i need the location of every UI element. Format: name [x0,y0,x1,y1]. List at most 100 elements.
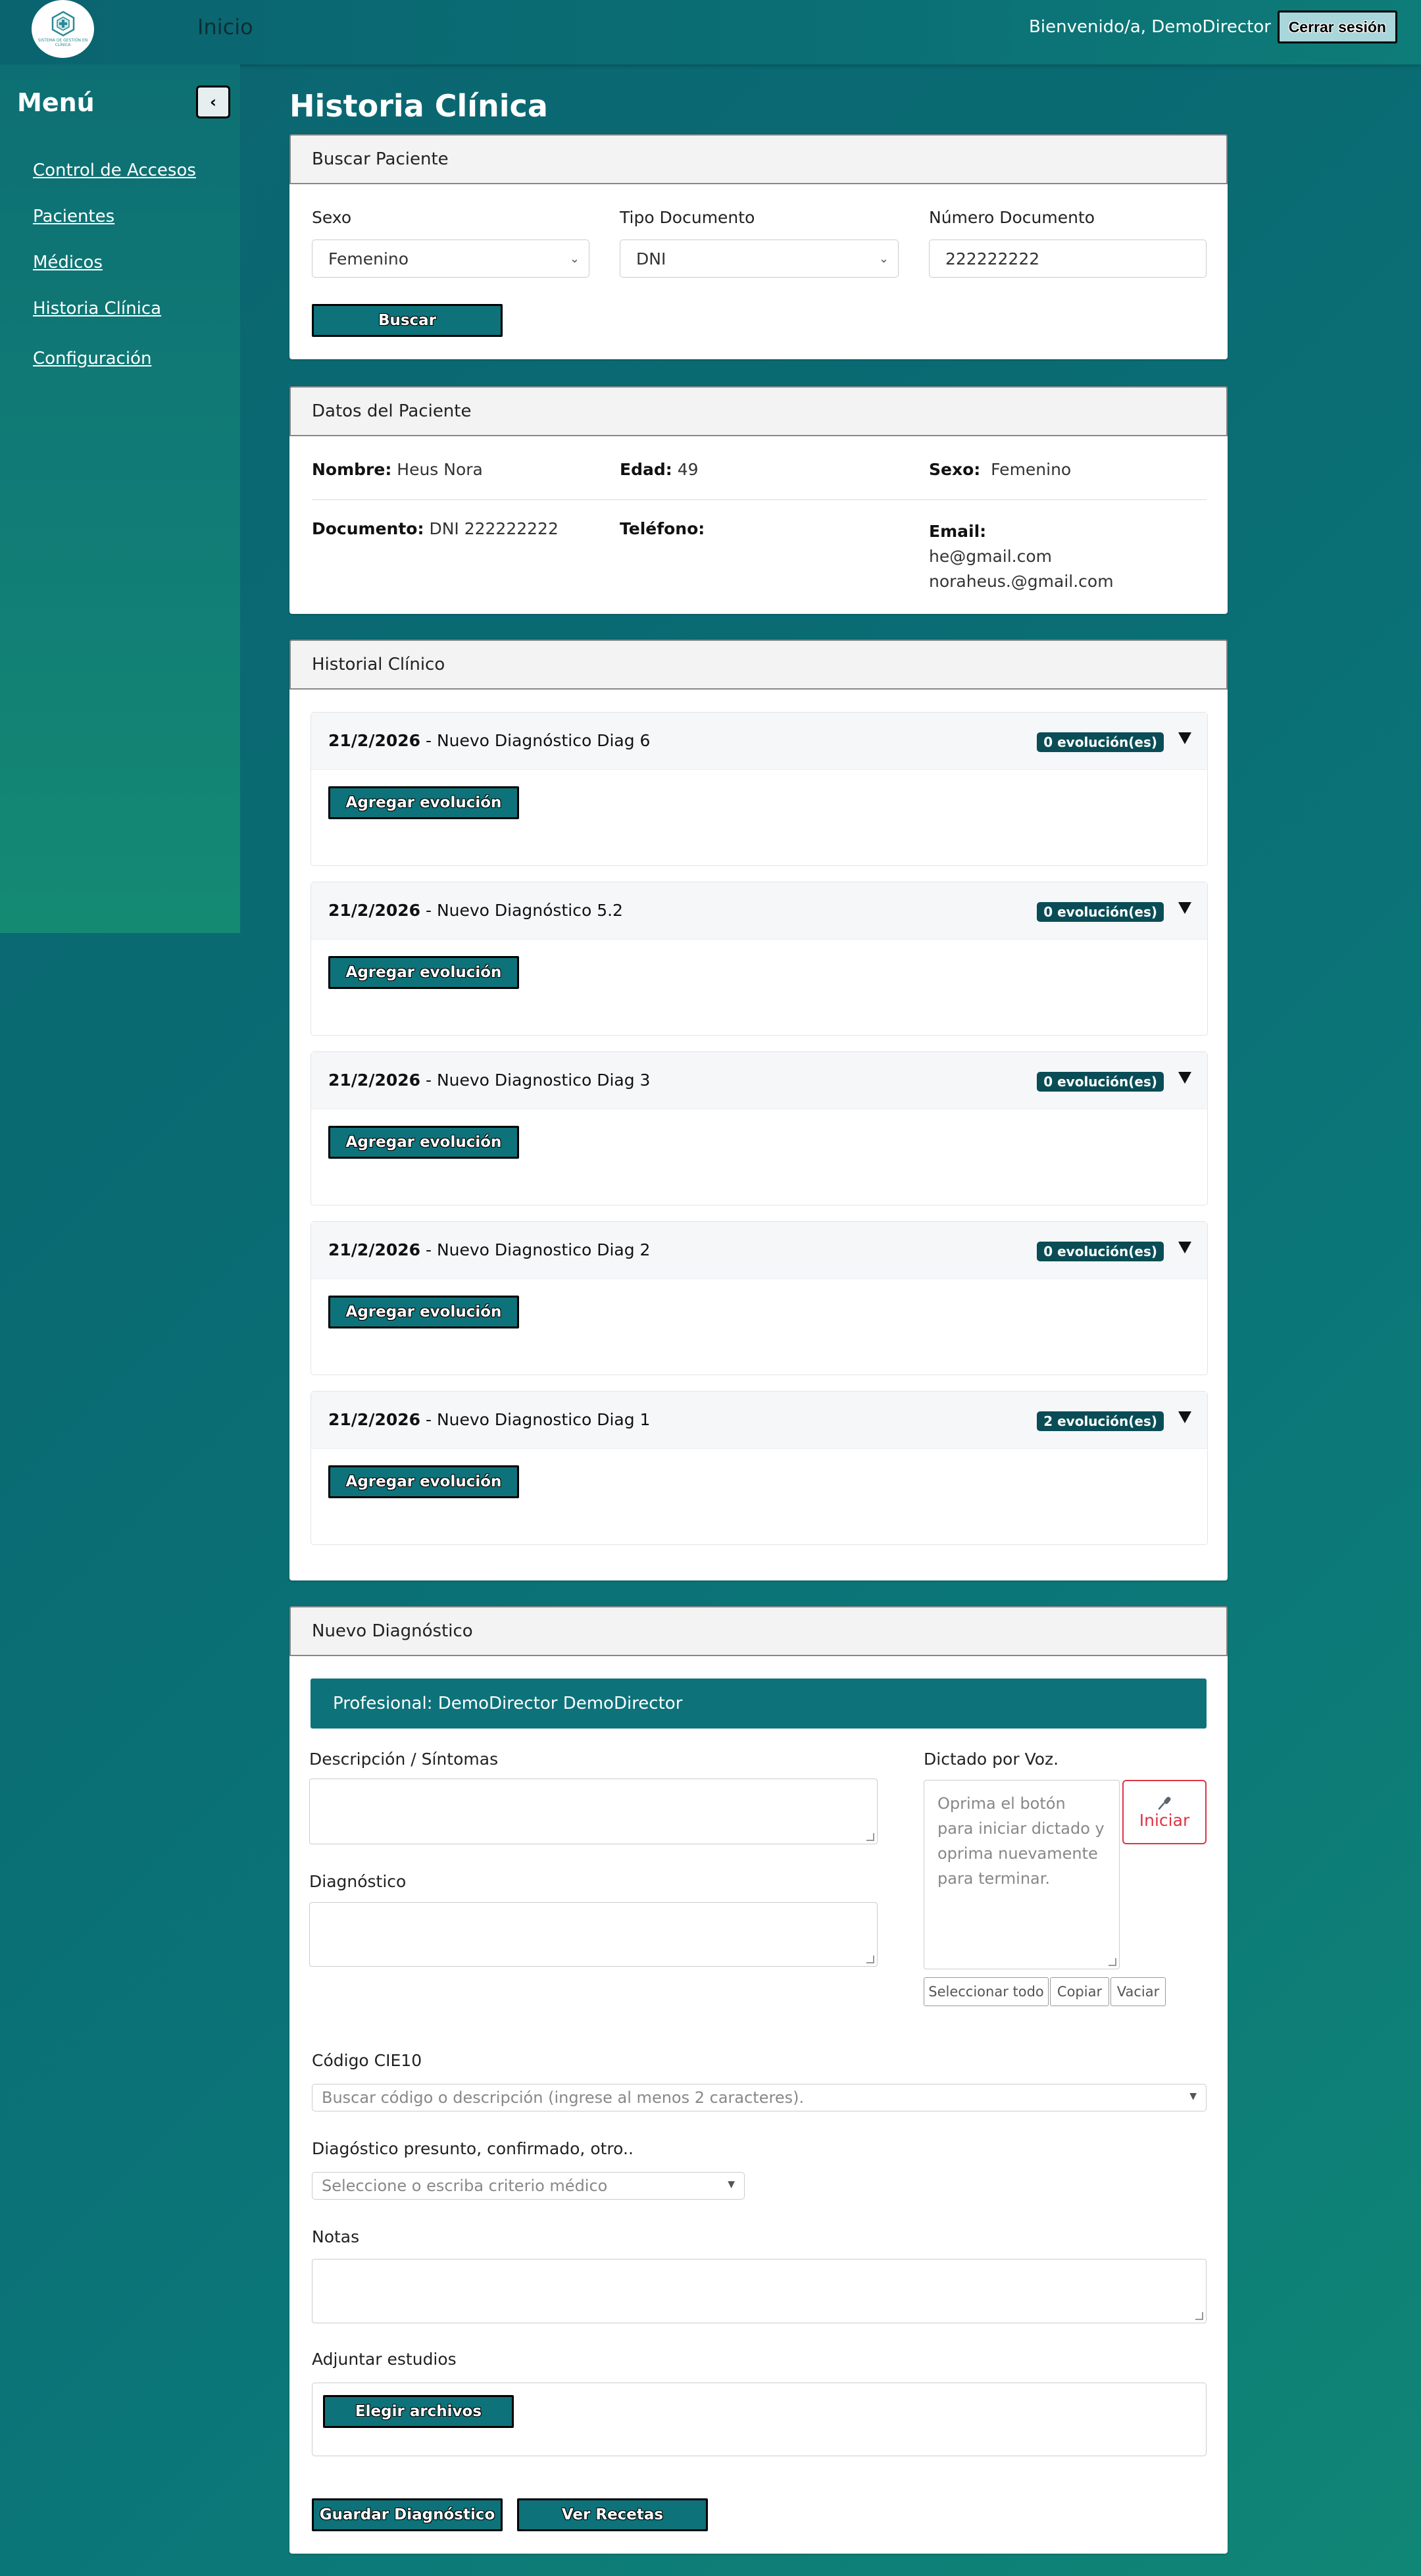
sexo-select[interactable]: Femenino ⌄ [312,240,589,278]
add-evolution-button[interactable]: Agregar evolución [328,956,519,989]
dictado-placeholder: Oprima el botón para iniciar dictado y o… [937,1794,1105,1888]
sidebar-item-configuracion[interactable]: Configuración [33,349,151,368]
sexo-label: Sexo [312,208,352,227]
sidebar-title: Menú [17,88,95,117]
logo-text: SISTEMA DE GESTIÓN EN CLÍNICA [37,38,88,47]
welcome-text: Bienvenido/a, DemoDirector [1029,17,1271,37]
expand-triangle-icon[interactable] [1178,1242,1191,1253]
history-item: 21/2/2026 - Nuevo Diagnóstico Diag 6 0 e… [311,712,1208,866]
sidebar-item-medicos[interactable]: Médicos [33,253,103,272]
history-item-header[interactable]: 21/2/2026 - Nuevo Diagnostico Diag 1 2 e… [311,1392,1207,1449]
history-item: 21/2/2026 - Nuevo Diagnostico Diag 2 0 e… [311,1221,1208,1375]
presunto-select[interactable]: Seleccione o escriba criterio médico ▼ [312,2172,745,2200]
history-item: 21/2/2026 - Nuevo Diagnóstico 5.2 0 evol… [311,882,1208,1036]
presunto-label: Diagóstico presunto, confirmado, otro.. [312,2139,634,2158]
evolution-count-badge: 0 evolución(es) [1037,1072,1164,1092]
descripcion-label: Descripción / Síntomas [309,1750,499,1769]
patient-email: Email: he@gmail.com noraheus.@gmail.com [929,522,1114,591]
patient-sexo: Sexo: Femenino [929,460,1072,479]
adjuntar-label: Adjuntar estudios [312,2350,457,2369]
notas-label: Notas [312,2227,360,2246]
history-diagnosis-name: - Nuevo Diagnóstico 5.2 [420,901,623,920]
tipo-documento-select[interactable]: DNI ⌄ [620,240,899,278]
presunto-placeholder: Seleccione o escriba criterio médico [322,2177,608,2195]
expand-triangle-icon[interactable] [1178,1411,1191,1423]
cie10-select[interactable]: Buscar código o descripción (ingrese al … [312,2084,1207,2111]
top-navbar: SISTEMA DE GESTIÓN EN CLÍNICA Inicio Bie… [0,0,1421,64]
patient-email-2: noraheus.@gmail.com [929,572,1114,591]
tipo-documento-label: Tipo Documento [620,208,755,227]
caret-down-icon: ▼ [728,2179,735,2190]
sidebar: Menú ‹ Control de Accesos Pacientes Médi… [0,64,240,933]
chevron-down-icon: ⌄ [878,252,889,266]
history-item-header[interactable]: 21/2/2026 - Nuevo Diagnostico Diag 3 0 e… [311,1052,1207,1109]
add-evolution-button[interactable]: Agregar evolución [328,786,519,819]
card-header: Buscar Paciente [289,134,1228,184]
card-header: Historial Clínico [289,640,1228,690]
sidebar-item-control-accesos[interactable]: Control de Accesos [33,161,196,180]
expand-triangle-icon[interactable] [1178,732,1191,744]
microphone-icon [1158,1796,1171,1809]
elegir-archivos-button[interactable]: Elegir archivos [323,2395,514,2428]
clinic-logo[interactable]: SISTEMA DE GESTIÓN EN CLÍNICA [32,0,94,58]
chevron-down-icon: ⌄ [569,252,580,266]
ver-recetas-button[interactable]: Ver Recetas [517,2498,708,2531]
patient-edad: Edad: 49 [620,460,699,479]
sidebar-item-historia-clinica[interactable]: Historia Clínica [33,299,161,318]
card-header: Nuevo Diagnóstico [289,1606,1228,1656]
patient-email-1: he@gmail.com [929,547,1052,566]
history-diagnosis-name: - Nuevo Diagnostico Diag 1 [420,1410,651,1429]
cie10-label: Código CIE10 [312,2051,422,2070]
patient-nombre: Nombre: Heus Nora [312,460,483,479]
guardar-diagnostico-button[interactable]: Guardar Diagnóstico [312,2498,503,2531]
history-item-header[interactable]: 21/2/2026 - Nuevo Diagnóstico 5.2 0 evol… [311,882,1207,940]
history-item-header[interactable]: 21/2/2026 - Nuevo Diagnostico Diag 2 0 e… [311,1222,1207,1279]
card-header: Datos del Paciente [289,386,1228,436]
descripcion-textarea[interactable] [309,1779,878,1844]
history-item: 21/2/2026 - Nuevo Diagnostico Diag 3 0 e… [311,1051,1208,1205]
dictado-label: Dictado por Voz. [924,1750,1059,1769]
file-upload-area[interactable]: Elegir archivos [312,2383,1207,2456]
vaciar-button[interactable]: Vaciar [1110,1977,1166,2006]
seleccionar-todo-button[interactable]: Seleccionar todo [924,1977,1049,2006]
professional-banner: Profesional: DemoDirector DemoDirector [311,1679,1207,1729]
logout-button[interactable]: Cerrar sesión [1277,11,1397,43]
history-card: Historial Clínico 21/2/2026 - Nuevo Diag… [289,640,1228,1580]
expand-triangle-icon[interactable] [1178,902,1191,914]
dictado-textarea[interactable]: Oprima el botón para iniciar dictado y o… [924,1780,1120,1969]
notas-textarea[interactable] [312,2259,1207,2323]
iniciar-dictado-button[interactable]: Iniciar [1122,1780,1207,1844]
patient-telefono: Teléfono: [620,519,705,538]
resize-handle-icon[interactable] [866,1833,874,1841]
history-item-header[interactable]: 21/2/2026 - Nuevo Diagnóstico Diag 6 0 e… [311,713,1207,770]
copiar-button[interactable]: Copiar [1050,1977,1109,2006]
sexo-select-value: Femenino [328,249,409,268]
history-date: 21/2/2026 [328,901,421,920]
evolution-count-badge: 0 evolución(es) [1037,1242,1164,1261]
history-item: 21/2/2026 - Nuevo Diagnostico Diag 1 2 e… [311,1391,1208,1545]
numero-documento-input[interactable]: 222222222 [929,240,1207,278]
patient-data-card: Datos del Paciente Nombre: Heus Nora Eda… [289,386,1228,614]
new-diagnosis-card: Nuevo Diagnóstico Profesional: DemoDirec… [289,1606,1228,2554]
tipo-documento-value: DNI [636,249,666,268]
search-patient-card: Buscar Paciente Sexo Femenino ⌄ Tipo Doc… [289,134,1228,359]
resize-handle-icon[interactable] [866,1956,874,1963]
logo-hexagon-icon [51,11,74,37]
diagnostico-textarea[interactable] [309,1902,878,1967]
history-diagnosis-name: - Nuevo Diagnostico Diag 2 [420,1240,651,1259]
page-title: Historia Clínica [289,88,548,124]
add-evolution-button[interactable]: Agregar evolución [328,1296,519,1328]
add-evolution-button[interactable]: Agregar evolución [328,1465,519,1498]
add-evolution-button[interactable]: Agregar evolución [328,1126,519,1159]
resize-handle-icon[interactable] [1109,1958,1116,1966]
history-date: 21/2/2026 [328,1071,421,1090]
sidebar-item-pacientes[interactable]: Pacientes [33,207,114,226]
divider [312,499,1207,500]
buscar-button[interactable]: Buscar [312,304,503,337]
nav-home-link[interactable]: Inicio [197,14,253,39]
numero-documento-label: Número Documento [929,208,1095,227]
sidebar-collapse-button[interactable]: ‹ [196,86,230,118]
resize-handle-icon[interactable] [1195,2312,1203,2320]
expand-triangle-icon[interactable] [1178,1072,1191,1084]
evolution-count-badge: 2 evolución(es) [1037,1411,1164,1431]
